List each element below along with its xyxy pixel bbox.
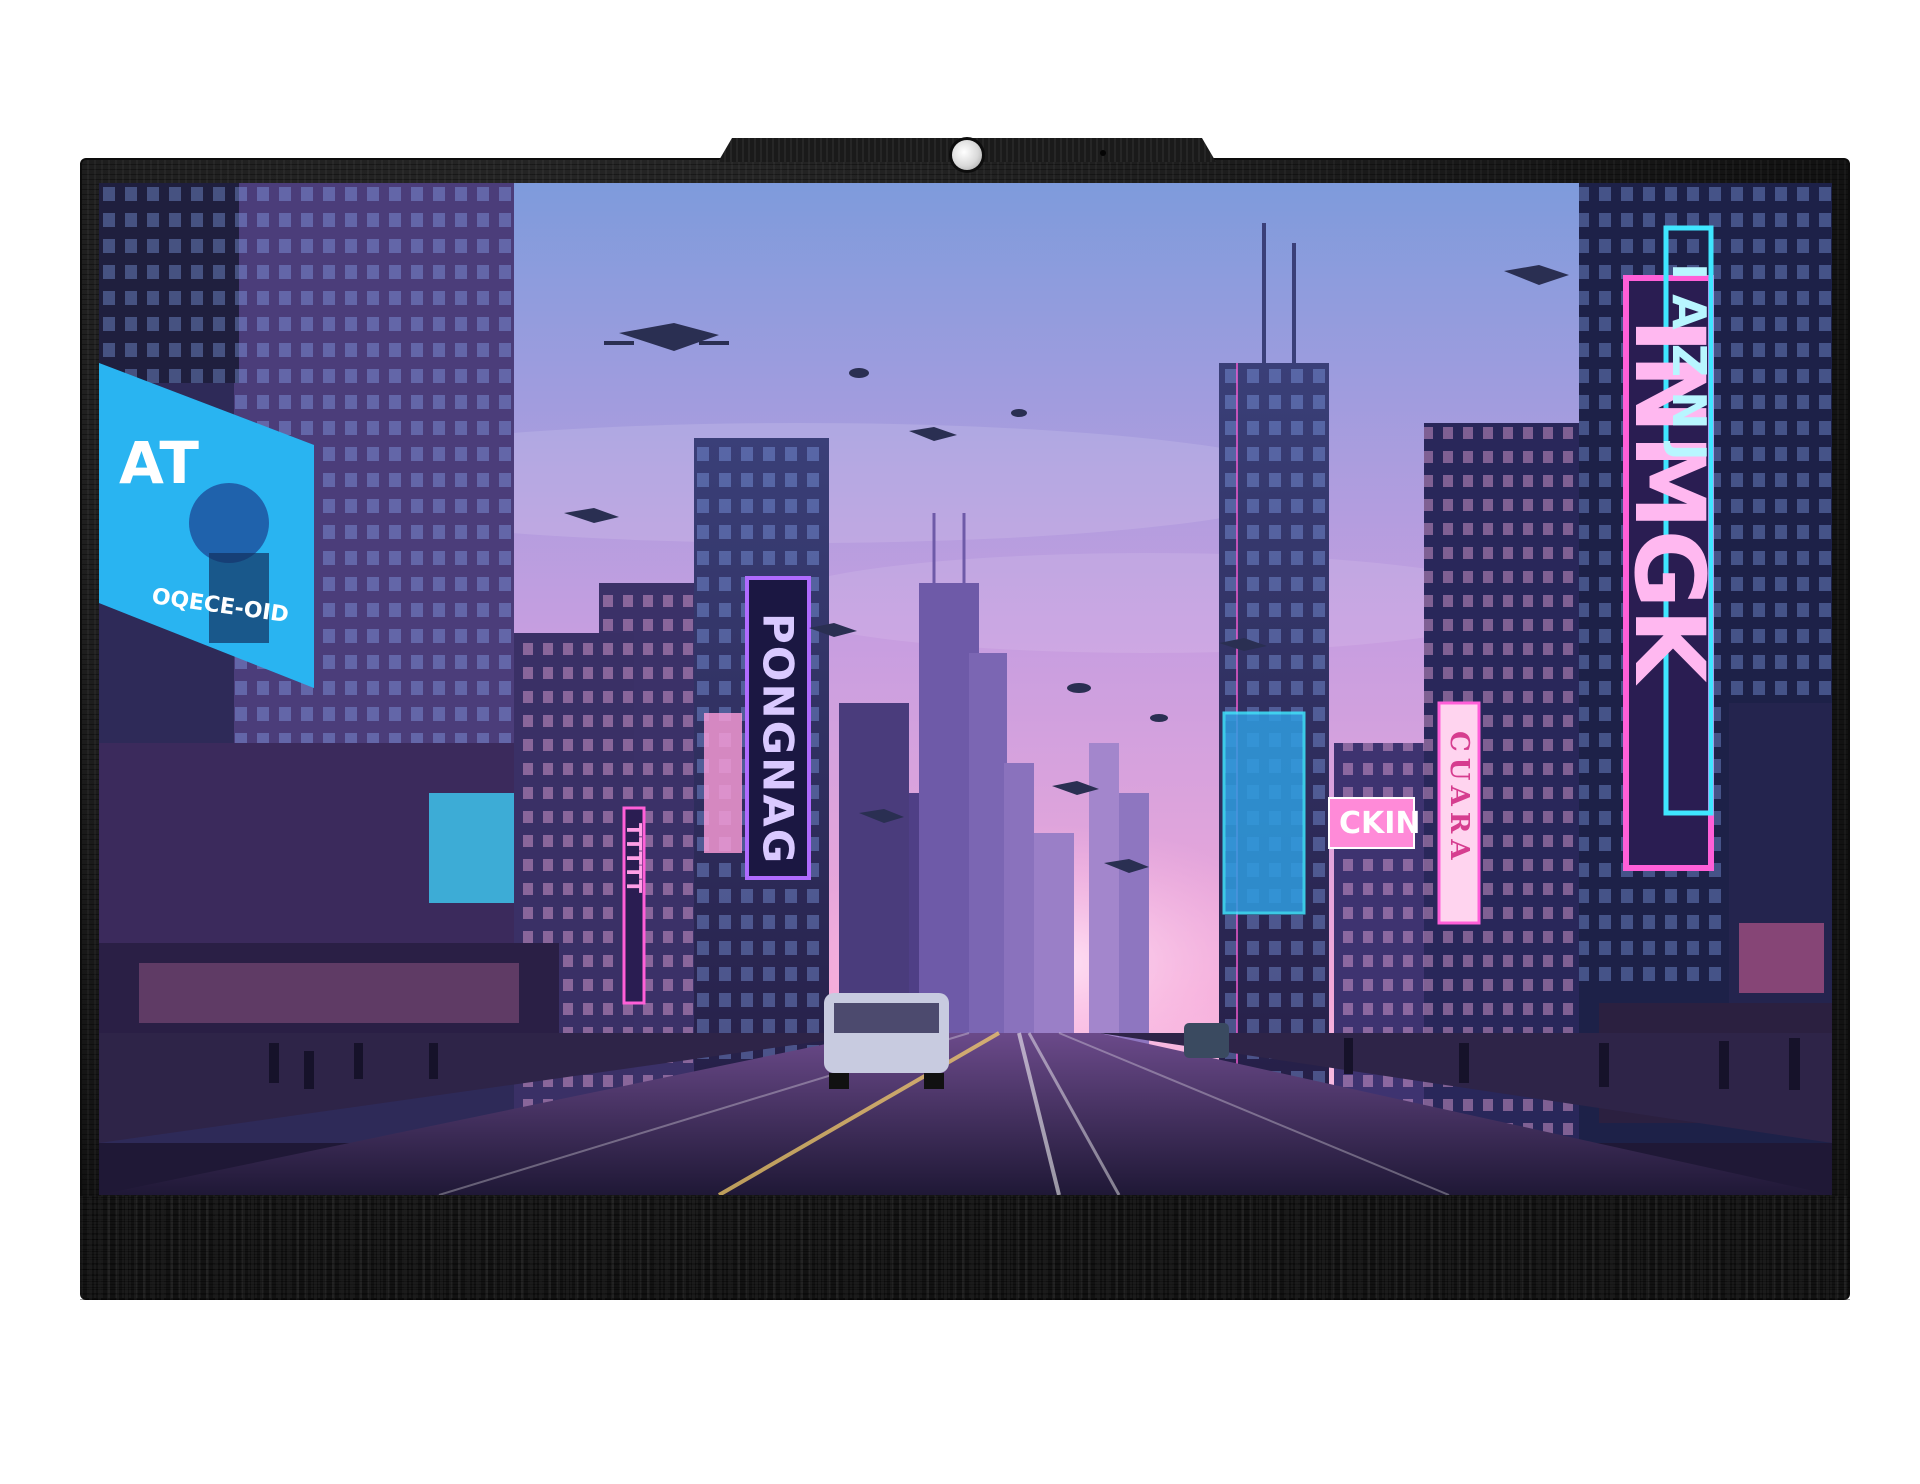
- billboard-logo: AT: [119, 429, 199, 497]
- tall-cyan-sign: IAZNJ: [1662, 263, 1716, 475]
- cuara-sign: CUARA: [1444, 731, 1474, 866]
- tower-sign: PONGNAG: [754, 613, 803, 865]
- city-scene: AT OQECE-OID PONGNAG INMGK IAZNJ CUARA C…: [99, 183, 1832, 1195]
- small-sign: CKIN: [1339, 806, 1421, 841]
- left-vertical-sign: TTTTT: [622, 823, 646, 893]
- sensor-dot: [1100, 150, 1106, 156]
- webcam-icon: [952, 140, 982, 170]
- monitor-screen: AT OQECE-OID PONGNAG INMGK IAZNJ CUARA C…: [99, 183, 1832, 1195]
